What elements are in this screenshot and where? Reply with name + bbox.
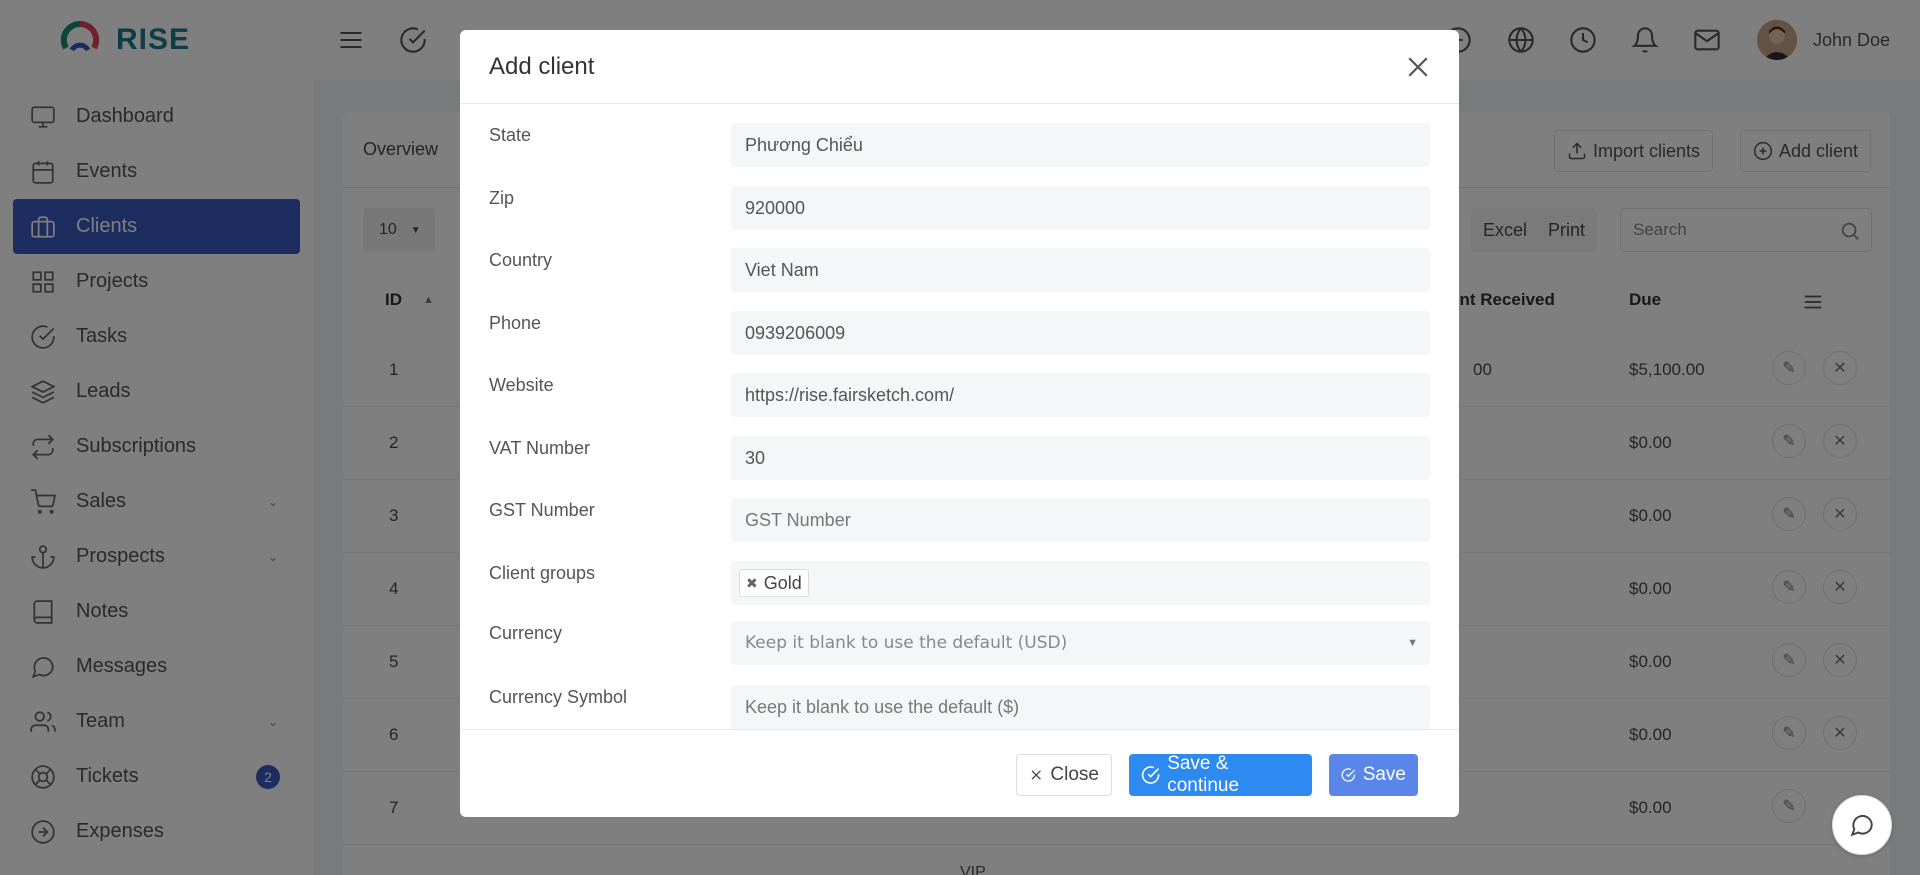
state-label: State (489, 125, 532, 145)
add-client-modal: Add client State Phương Chiểu Zip 920000… (460, 30, 1459, 817)
phone-field[interactable]: 0939206009 (731, 311, 1430, 355)
currency-symbol-field[interactable]: Keep it blank to use the default ($) (731, 685, 1430, 729)
currency-placeholder: Keep it blank to use the default (USD) (745, 633, 1068, 653)
modal-header: Add client (460, 30, 1459, 104)
gst-number-row: GST Number GST Number (460, 498, 1459, 542)
close-button-label: Close (1050, 764, 1099, 785)
state-row: State Phương Chiểu (460, 123, 1459, 167)
zip-label: Zip (489, 188, 515, 208)
website-label: Website (489, 375, 554, 395)
check-circle-icon (1141, 766, 1160, 784)
caret-down-icon: ▼ (1407, 637, 1418, 649)
currency-symbol-label: Currency Symbol (489, 687, 628, 707)
x-icon (1031, 770, 1041, 780)
client-groups-field[interactable]: ✖ Gold (731, 561, 1430, 605)
gst-number-field[interactable]: GST Number (731, 498, 1430, 542)
chat-icon (1850, 815, 1873, 837)
country-row: Country Viet Nam (460, 248, 1459, 292)
country-label: Country (489, 250, 553, 270)
close-icon[interactable] (1403, 52, 1433, 82)
zip-row: Zip 920000 (460, 186, 1459, 230)
client-groups-row: Client groups ✖ Gold (460, 561, 1459, 605)
save-button[interactable]: Save (1329, 754, 1418, 796)
currency-symbol-row: Currency Symbol Keep it blank to use the… (460, 685, 1459, 729)
check-circle-icon (1341, 768, 1356, 782)
country-field[interactable]: Viet Nam (731, 248, 1430, 292)
phone-row: Phone 0939206009 (460, 311, 1459, 355)
save-label: Save (1362, 764, 1406, 785)
close-button[interactable]: Close (1016, 754, 1112, 796)
phone-label: Phone (489, 313, 542, 333)
client-group-tag-label: Gold (763, 572, 802, 593)
chat-button[interactable] (1832, 795, 1892, 855)
gst-number-label: GST Number (489, 500, 595, 520)
website-row: Website https://rise.fairsketch.com/ (460, 373, 1459, 417)
save-and-continue-label: Save & continue (1167, 753, 1240, 796)
client-groups-label: Client groups (489, 563, 596, 583)
vat-number-field[interactable]: 30 (731, 436, 1430, 480)
modal-title: Add client (489, 52, 595, 80)
currency-label: Currency (489, 623, 563, 643)
currency-row: Currency Keep it blank to use the defaul… (460, 621, 1459, 665)
vat-number-label: VAT Number (489, 438, 591, 458)
currency-select[interactable]: Keep it blank to use the default (USD) ▼ (731, 621, 1430, 665)
modal-footer: Close Save & continue Save (460, 729, 1459, 817)
save-and-continue-button[interactable]: Save & continue (1129, 753, 1312, 796)
client-group-tag: ✖ Gold (739, 569, 809, 597)
modal-body: State Phương Chiểu Zip 920000 Country Vi… (460, 105, 1459, 759)
remove-tag-icon[interactable]: ✖ (746, 575, 758, 592)
zip-field[interactable]: 920000 (731, 186, 1430, 230)
website-field[interactable]: https://rise.fairsketch.com/ (731, 373, 1430, 417)
state-field[interactable]: Phương Chiểu (731, 123, 1430, 167)
vat-number-row: VAT Number 30 (460, 436, 1459, 480)
